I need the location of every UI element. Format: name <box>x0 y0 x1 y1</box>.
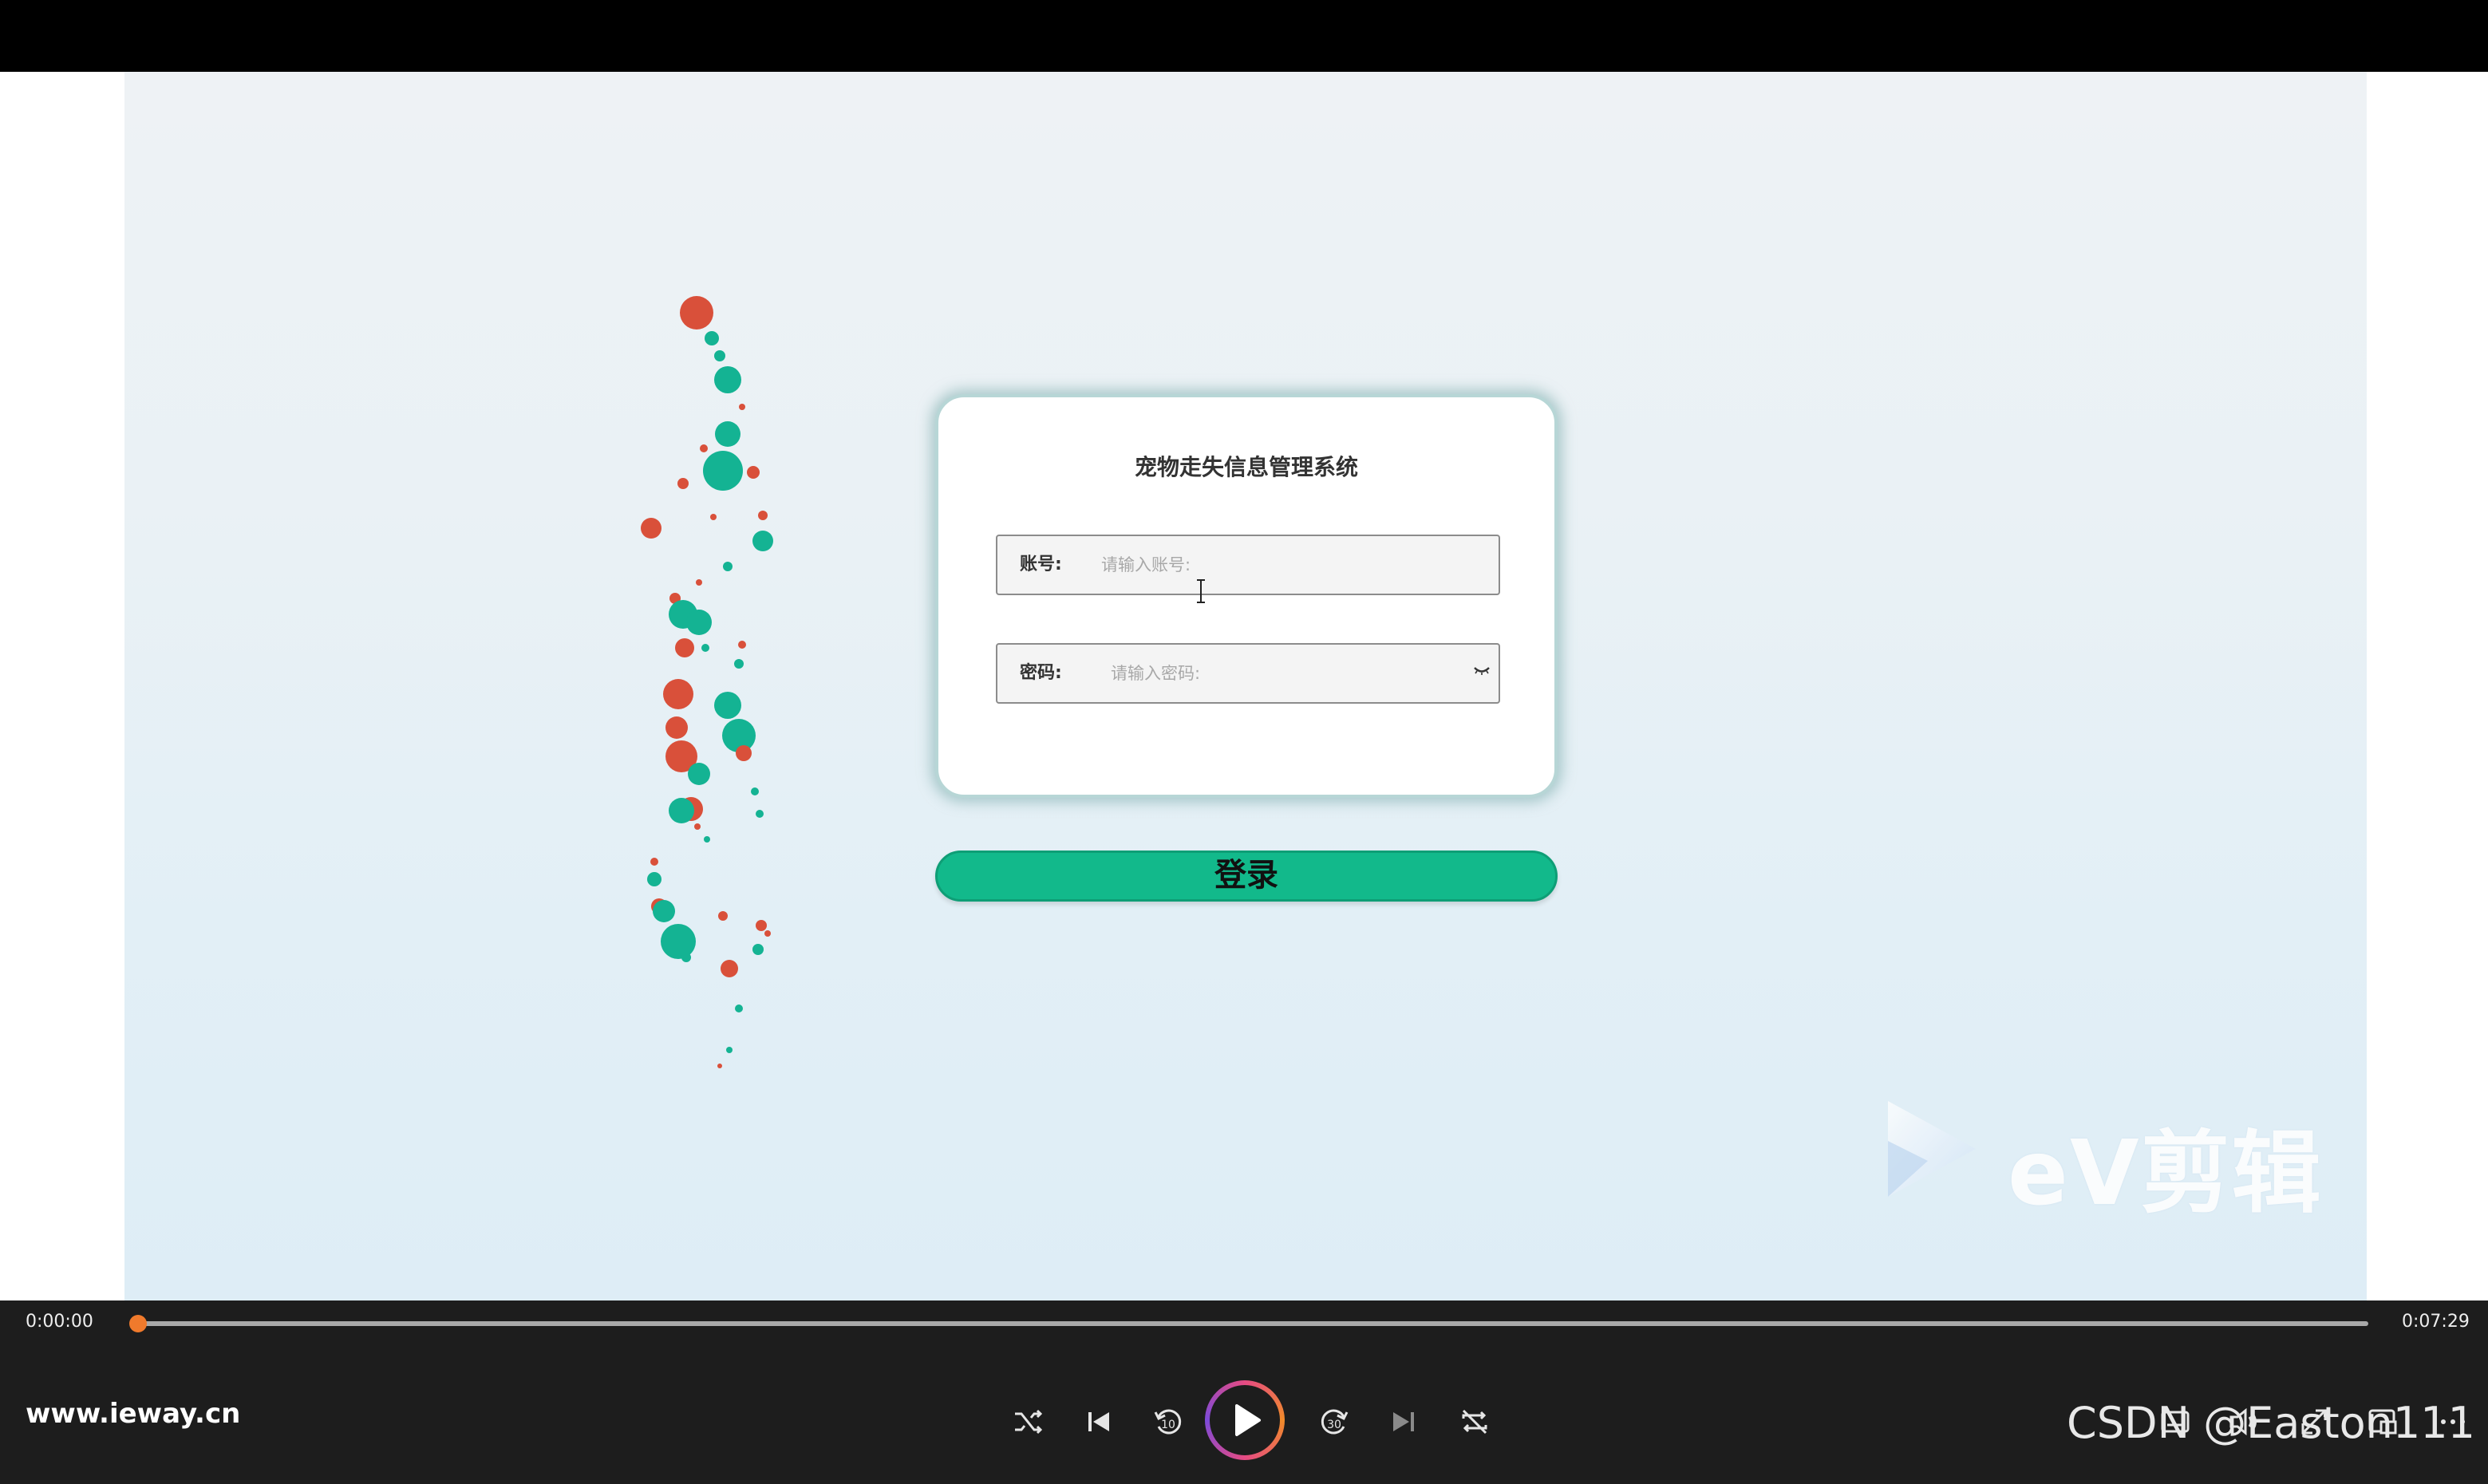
decorative-dot <box>739 404 745 410</box>
play-icon <box>1235 1404 1261 1436</box>
shuffle-icon[interactable] <box>1007 1401 1049 1443</box>
decorative-dot <box>752 944 764 955</box>
player-controls: 0:00:00 0:07:29 www.ieway.cn 10 30 CSDN … <box>0 1300 2488 1484</box>
decorative-dot <box>701 644 709 652</box>
eye-closed-icon[interactable] <box>1473 665 1491 677</box>
text-cursor-icon <box>1197 579 1205 603</box>
decorative-dot <box>718 911 728 921</box>
repeat-icon[interactable] <box>1454 1401 1495 1443</box>
csdn-watermark: CSDN @Easton111 <box>2067 1398 2475 1448</box>
decorative-dot <box>669 798 694 823</box>
decorative-dot <box>680 296 713 330</box>
decorative-dot <box>714 692 741 719</box>
decorative-dot <box>751 787 759 795</box>
password-label: 密码: <box>1020 663 1062 683</box>
watermark-text: eV剪辑 <box>2008 1122 2323 1225</box>
top-bar <box>0 0 2488 72</box>
decorative-dot <box>694 823 701 830</box>
decorative-dot <box>747 466 760 479</box>
current-time: 0:00:00 <box>26 1312 93 1332</box>
account-input[interactable] <box>1101 546 1468 584</box>
decorative-dot <box>647 872 661 886</box>
total-time: 0:07:29 <box>2402 1312 2470 1332</box>
decorative-dot <box>735 1004 743 1012</box>
previous-icon[interactable] <box>1077 1401 1119 1443</box>
decorative-dot <box>663 679 693 709</box>
play-button-inner <box>1210 1385 1280 1455</box>
password-input[interactable] <box>1111 654 1478 693</box>
progress-thumb[interactable] <box>129 1315 147 1332</box>
decorative-dot <box>738 641 746 649</box>
svg-text:10: 10 <box>1161 1419 1175 1431</box>
password-field[interactable]: 密码: <box>996 643 1500 704</box>
decorative-dot <box>688 763 710 785</box>
decorative-dot <box>661 924 696 959</box>
account-field[interactable]: 账号: <box>996 535 1500 595</box>
decorative-dot <box>675 638 694 657</box>
decorative-dot <box>721 960 738 977</box>
decorative-dot <box>756 920 767 931</box>
video-area[interactable]: 宠物走失信息管理系统 账号: 密码: <box>0 72 2488 1300</box>
decorative-dot <box>758 511 768 520</box>
decorative-dot <box>703 451 743 491</box>
decorative-dot <box>696 579 702 586</box>
decorative-dot <box>686 610 712 635</box>
decorative-dot <box>710 514 717 520</box>
decorative-dot <box>704 836 710 843</box>
play-button[interactable] <box>1205 1380 1285 1460</box>
login-button[interactable]: 登录 <box>935 851 1558 902</box>
decorative-dot <box>756 810 764 818</box>
decorative-dot <box>705 331 719 345</box>
rewind-10-icon[interactable]: 10 <box>1147 1401 1189 1443</box>
next-icon[interactable] <box>1384 1401 1425 1443</box>
decorative-dot <box>726 1047 733 1053</box>
decorative-dot <box>681 953 691 962</box>
decorative-dot <box>736 745 752 761</box>
decorative-dot <box>734 659 744 669</box>
decorative-dot <box>665 716 688 739</box>
decorative-dot <box>650 858 658 866</box>
decorative-dot <box>715 421 740 447</box>
svg-text:30: 30 <box>1327 1419 1341 1431</box>
decorative-dot <box>717 1064 722 1068</box>
brand-link[interactable]: www.ieway.cn <box>26 1398 240 1430</box>
screen: 宠物走失信息管理系统 账号: 密码: <box>0 0 2488 1484</box>
decorative-dot <box>714 350 725 361</box>
decorative-dot <box>653 900 675 922</box>
page-title: 宠物走失信息管理系统 <box>1134 454 1358 480</box>
video-frame: 宠物走失信息管理系统 账号: 密码: <box>124 72 2367 1300</box>
forward-30-icon[interactable]: 30 <box>1313 1401 1355 1443</box>
decorative-dot <box>677 478 689 489</box>
login-card: 宠物走失信息管理系统 账号: 密码: <box>935 394 1558 798</box>
decorative-dot <box>752 531 773 551</box>
progress-bar[interactable] <box>136 1321 2368 1326</box>
decorative-dot <box>764 930 771 937</box>
decorative-dot <box>700 444 708 452</box>
decorative-dot <box>641 518 661 539</box>
decorative-dot <box>723 562 733 571</box>
ev-logo-icon <box>1888 1101 1976 1197</box>
account-label: 账号: <box>1020 555 1062 574</box>
decorative-dot <box>714 366 741 393</box>
ev-watermark: eV剪辑 <box>1880 1093 2359 1225</box>
